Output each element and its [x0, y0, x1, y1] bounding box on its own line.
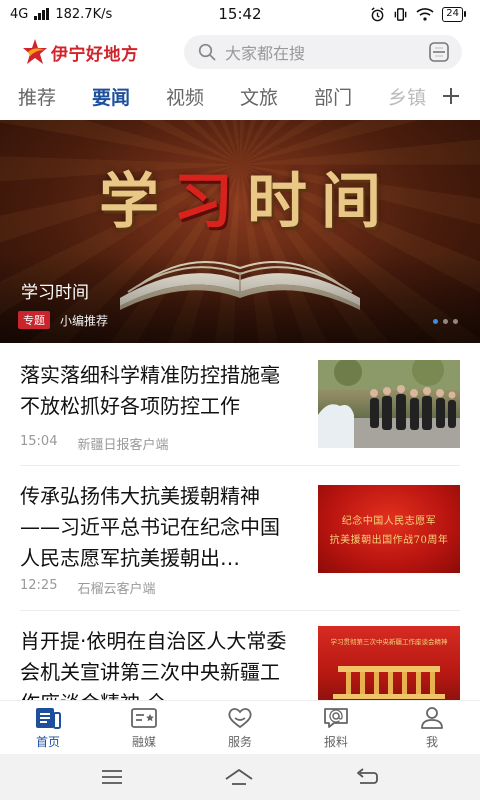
- news-thumbnail: [318, 360, 460, 448]
- nav-label: 服务: [227, 734, 252, 749]
- channel-tabs: 推荐 要闻 视频 文旅 部门 乡镇: [0, 78, 480, 114]
- news-meta: 12:25 石榴云客户端: [20, 578, 155, 597]
- nav-label: 我: [425, 734, 438, 749]
- scan-icon[interactable]: [428, 41, 450, 63]
- signal-icon: [34, 8, 50, 20]
- plus-icon: [443, 88, 459, 104]
- tab-video[interactable]: 视频: [166, 83, 204, 110]
- app-header: 伊宁好地方 大家都在搜: [0, 30, 480, 74]
- search-placeholder: 大家都在搜: [225, 44, 306, 63]
- app-name: 伊宁好地方: [51, 44, 139, 65]
- tab-departments[interactable]: 部门: [314, 83, 352, 110]
- service-heart-icon: [228, 707, 252, 728]
- battery-icon: 24: [442, 6, 466, 22]
- carousel-dot-active: [433, 319, 438, 324]
- news-thumbnail: 学习贯彻第三次中央新疆工作座谈会精神: [318, 626, 460, 700]
- status-bar: 4G 182.7K/s 15:42 24: [0, 0, 480, 28]
- add-channel-button[interactable]: [422, 78, 480, 114]
- topic-tag: 专题: [18, 311, 50, 329]
- media-card-icon: [131, 707, 157, 728]
- network-type: 4G: [10, 6, 29, 22]
- nav-label: 报料: [323, 734, 348, 749]
- banner-caption: 学习时间: [21, 283, 89, 303]
- divider: [20, 610, 460, 611]
- news-item[interactable]: 落实落细科学精准防控措施毫不放松抓好各项防控工作 15:04 新疆日报客户端: [20, 360, 460, 453]
- system-navigation-bar: [0, 754, 480, 800]
- search-bar[interactable]: 大家都在搜: [184, 35, 462, 69]
- vibrate-icon: [394, 7, 407, 21]
- back-icon[interactable]: [354, 767, 380, 787]
- status-right: 24: [370, 6, 466, 22]
- profile-icon: [421, 706, 443, 729]
- nav-report[interactable]: 报料: [288, 701, 384, 754]
- news-meta: 15:04 新疆日报客户端: [20, 434, 168, 453]
- report-chat-icon: [324, 707, 348, 728]
- nav-home[interactable]: 首页: [0, 701, 96, 754]
- menu-icon[interactable]: [100, 768, 124, 786]
- status-left: 4G 182.7K/s: [10, 7, 112, 22]
- great-hall-illustration: [333, 666, 445, 699]
- news-source: 新疆日报客户端: [77, 438, 169, 453]
- thumbnail-text: 抗美援朝出国作战70周年: [329, 535, 449, 546]
- battery-level: 24: [442, 6, 463, 22]
- app-logo[interactable]: 伊宁好地方: [22, 38, 172, 66]
- tab-townships[interactable]: 乡镇: [388, 83, 426, 110]
- news-title: 落实落细科学精准防控措施毫不放松抓好各项防控工作: [20, 363, 280, 418]
- featured-banner[interactable]: 学 习 时 间 学习时间 专题 小编推荐: [0, 120, 480, 343]
- nav-service[interactable]: 服务: [192, 701, 288, 754]
- carousel-dot: [453, 319, 458, 324]
- nav-profile[interactable]: 我: [384, 701, 480, 754]
- divider: [20, 465, 460, 466]
- news-thumbnail: 纪念中国人民志愿军 抗美援朝出国作战70周年: [318, 485, 460, 573]
- news-time: 15:04: [20, 434, 58, 449]
- network-speed: 182.7K/s: [55, 6, 113, 22]
- nav-media[interactable]: 融媒: [96, 701, 192, 754]
- search-icon: [198, 43, 216, 61]
- carousel-indicator: [433, 319, 458, 324]
- wifi-icon: [416, 8, 434, 21]
- banner-source: 小编推荐: [60, 313, 109, 328]
- news-item[interactable]: 传承弘扬伟大抗美援朝精神——习近平总书记在纪念中国人民志愿军抗美援朝出… 12:…: [20, 481, 460, 597]
- nav-label: 首页: [35, 734, 60, 749]
- thumbnail-text: 纪念中国人民志愿军: [341, 516, 437, 527]
- tab-headlines[interactable]: 要闻: [92, 83, 130, 110]
- news-item[interactable]: 肖开提·依明在自治区人大常委会机关宣讲第三次中央新疆工作座谈会精神 全… 学习贯…: [20, 626, 460, 700]
- bottom-navigation: 首页 融媒 服务 报料 我: [0, 700, 480, 754]
- news-title: 传承弘扬伟大抗美援朝精神——习近平总书记在纪念中国人民志愿军抗美援朝出…: [20, 484, 280, 570]
- alarm-icon: [371, 6, 384, 21]
- nav-label: 融媒: [131, 734, 156, 749]
- home-icon[interactable]: [224, 767, 254, 787]
- tab-culture-tourism[interactable]: 文旅: [240, 83, 278, 110]
- carousel-dot: [443, 319, 448, 324]
- officials-photo-illustration: [318, 360, 460, 448]
- banner-meta: 专题 小编推荐: [18, 311, 108, 329]
- home-news-icon: [36, 707, 61, 729]
- news-title: 肖开提·依明在自治区人大常委会机关宣讲第三次中央新疆工作座谈会精神 全…: [20, 629, 287, 700]
- logo-icon: [23, 39, 47, 64]
- news-source: 石榴云客户端: [77, 582, 156, 597]
- news-time: 12:25: [20, 578, 58, 593]
- tab-recommend[interactable]: 推荐: [18, 83, 56, 110]
